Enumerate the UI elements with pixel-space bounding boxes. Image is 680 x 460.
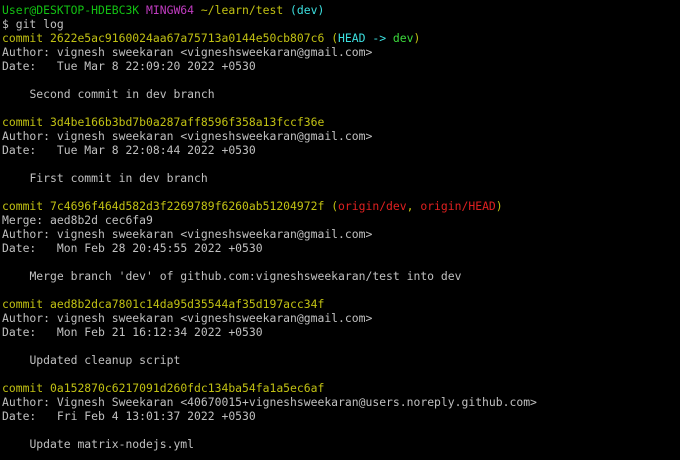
commit-hash: 0a152870c6217091d260fdc134ba54fa1a5ec6af bbox=[50, 381, 325, 395]
commit-message-text: Second commit in dev branch bbox=[29, 87, 215, 101]
command-text: git log bbox=[15, 17, 64, 31]
commit-message-text: Update matrix-nodejs.yml bbox=[29, 437, 195, 451]
date-label: Date: bbox=[2, 409, 37, 423]
date-label: Date: bbox=[2, 59, 37, 73]
date-line: Date: Mon Feb 28 20:45:55 2022 +0530 bbox=[2, 241, 680, 255]
commit-label: commit bbox=[2, 297, 44, 311]
commit-hash: 7c4696f464d582d3f2269789f6260ab51204972f bbox=[50, 199, 325, 213]
commit-message: Merge branch 'dev' of github.com:vignesh… bbox=[2, 269, 680, 283]
ref-paren-close: ) bbox=[413, 31, 421, 45]
author-label: Author: bbox=[2, 395, 51, 409]
author-value: vignesh sweekaran <vigneshsweekaran@gmai… bbox=[56, 45, 373, 59]
commit-line: commit 3d4be166b3bd7b0a287aff8596f358a13… bbox=[2, 115, 680, 129]
commit-message: Updated cleanup script bbox=[2, 353, 680, 367]
author-line: Author: vignesh sweekaran <vigneshsweeka… bbox=[2, 129, 680, 143]
commit-message-text: Merge branch 'dev' of github.com:vignesh… bbox=[29, 269, 462, 283]
date-value: Mon Feb 21 16:12:34 2022 +0530 bbox=[56, 325, 263, 339]
commit-message-text: First commit in dev branch bbox=[29, 171, 208, 185]
author-line: Author: vignesh sweekaran <vigneshsweeka… bbox=[2, 227, 680, 241]
prompt-line: User@DESKTOP-HDEBC3K MINGW64 ~/learn/tes… bbox=[2, 3, 680, 17]
date-label: Date: bbox=[2, 325, 37, 339]
date-line: Date: Mon Feb 21 16:12:34 2022 +0530 bbox=[2, 325, 680, 339]
date-value: Tue Mar 8 22:09:20 2022 +0530 bbox=[56, 59, 256, 73]
ref-head: HEAD -> bbox=[338, 31, 393, 45]
prompt-branch: (dev) bbox=[290, 3, 325, 17]
ref-separator: , bbox=[406, 199, 421, 213]
author-label: Author: bbox=[2, 129, 51, 143]
author-value: Vignesh Sweekaran <40670015+vigneshsweek… bbox=[56, 395, 537, 409]
author-line: Author: vignesh sweekaran <vigneshsweeka… bbox=[2, 45, 680, 59]
commit-message: Second commit in dev branch bbox=[2, 87, 680, 101]
prompt-path: ~/learn/test bbox=[200, 3, 284, 17]
command-line: $ git log bbox=[2, 17, 680, 31]
commit-message: Update matrix-nodejs.yml bbox=[2, 437, 680, 451]
date-line: Date: Tue Mar 8 22:09:20 2022 +0530 bbox=[2, 59, 680, 73]
commit-label: commit bbox=[2, 31, 44, 45]
author-value: vignesh sweekaran <vigneshsweekaran@gmai… bbox=[56, 227, 373, 241]
date-line: Date: Fri Feb 4 13:01:37 2022 +0530 bbox=[2, 409, 680, 423]
commit-message: First commit in dev branch bbox=[2, 171, 680, 185]
terminal-window[interactable]: User@DESKTOP-HDEBC3K MINGW64 ~/learn/tes… bbox=[0, 0, 680, 460]
prompt-user-host: User@DESKTOP-HDEBC3K bbox=[2, 3, 140, 17]
author-line: Author: Vignesh Sweekaran <40670015+vign… bbox=[2, 395, 680, 409]
date-value: Tue Mar 8 22:08:44 2022 +0530 bbox=[56, 143, 256, 157]
commit-label: commit bbox=[2, 115, 44, 129]
ref-remote-head: origin/HEAD bbox=[420, 199, 496, 213]
date-label: Date: bbox=[2, 241, 37, 255]
ref-remote-branch: origin/dev bbox=[338, 199, 407, 213]
commit-label: commit bbox=[2, 381, 44, 395]
commit-label: commit bbox=[2, 199, 44, 213]
author-label: Author: bbox=[2, 45, 51, 59]
merge-label: Merge: bbox=[2, 213, 44, 227]
commit-line: commit aed8b2dca7801c14da95d35544af35d19… bbox=[2, 297, 680, 311]
date-value: Mon Feb 28 20:45:55 2022 +0530 bbox=[56, 241, 263, 255]
commit-hash: 2622e5ac9160024aa67a75713a0144e50cb807c6 bbox=[50, 31, 325, 45]
author-value: vignesh sweekaran <vigneshsweekaran@gmai… bbox=[56, 129, 373, 143]
ref-paren-close: ) bbox=[495, 199, 503, 213]
commit-hash: 3d4be166b3bd7b0a287aff8596f358a13fccf36e bbox=[50, 115, 325, 129]
author-value: vignesh sweekaran <vigneshsweekaran@gmai… bbox=[56, 311, 373, 325]
commit-message-text: Updated cleanup script bbox=[29, 353, 181, 367]
commit-line: commit 7c4696f464d582d3f2269789f6260ab51… bbox=[2, 199, 680, 213]
commit-hash: aed8b2dca7801c14da95d35544af35d197acc34f bbox=[50, 297, 325, 311]
author-line: Author: vignesh sweekaran <vigneshsweeka… bbox=[2, 311, 680, 325]
commit-line: commit 2622e5ac9160024aa67a75713a0144e50… bbox=[2, 31, 680, 45]
author-label: Author: bbox=[2, 311, 51, 325]
commit-line: commit 0a152870c6217091d260fdc134ba54fa1… bbox=[2, 381, 680, 395]
date-label: Date: bbox=[2, 143, 37, 157]
prompt-shell: MINGW64 bbox=[146, 3, 195, 17]
date-value: Fri Feb 4 13:01:37 2022 +0530 bbox=[56, 409, 256, 423]
date-line: Date: Tue Mar 8 22:08:44 2022 +0530 bbox=[2, 143, 680, 157]
prompt-symbol: $ bbox=[2, 17, 9, 31]
author-label: Author: bbox=[2, 227, 51, 241]
merge-line: Merge: aed8b2d cec6fa9 bbox=[2, 213, 680, 227]
ref-local-branch: dev bbox=[392, 31, 414, 45]
merge-value: aed8b2d cec6fa9 bbox=[50, 213, 153, 227]
